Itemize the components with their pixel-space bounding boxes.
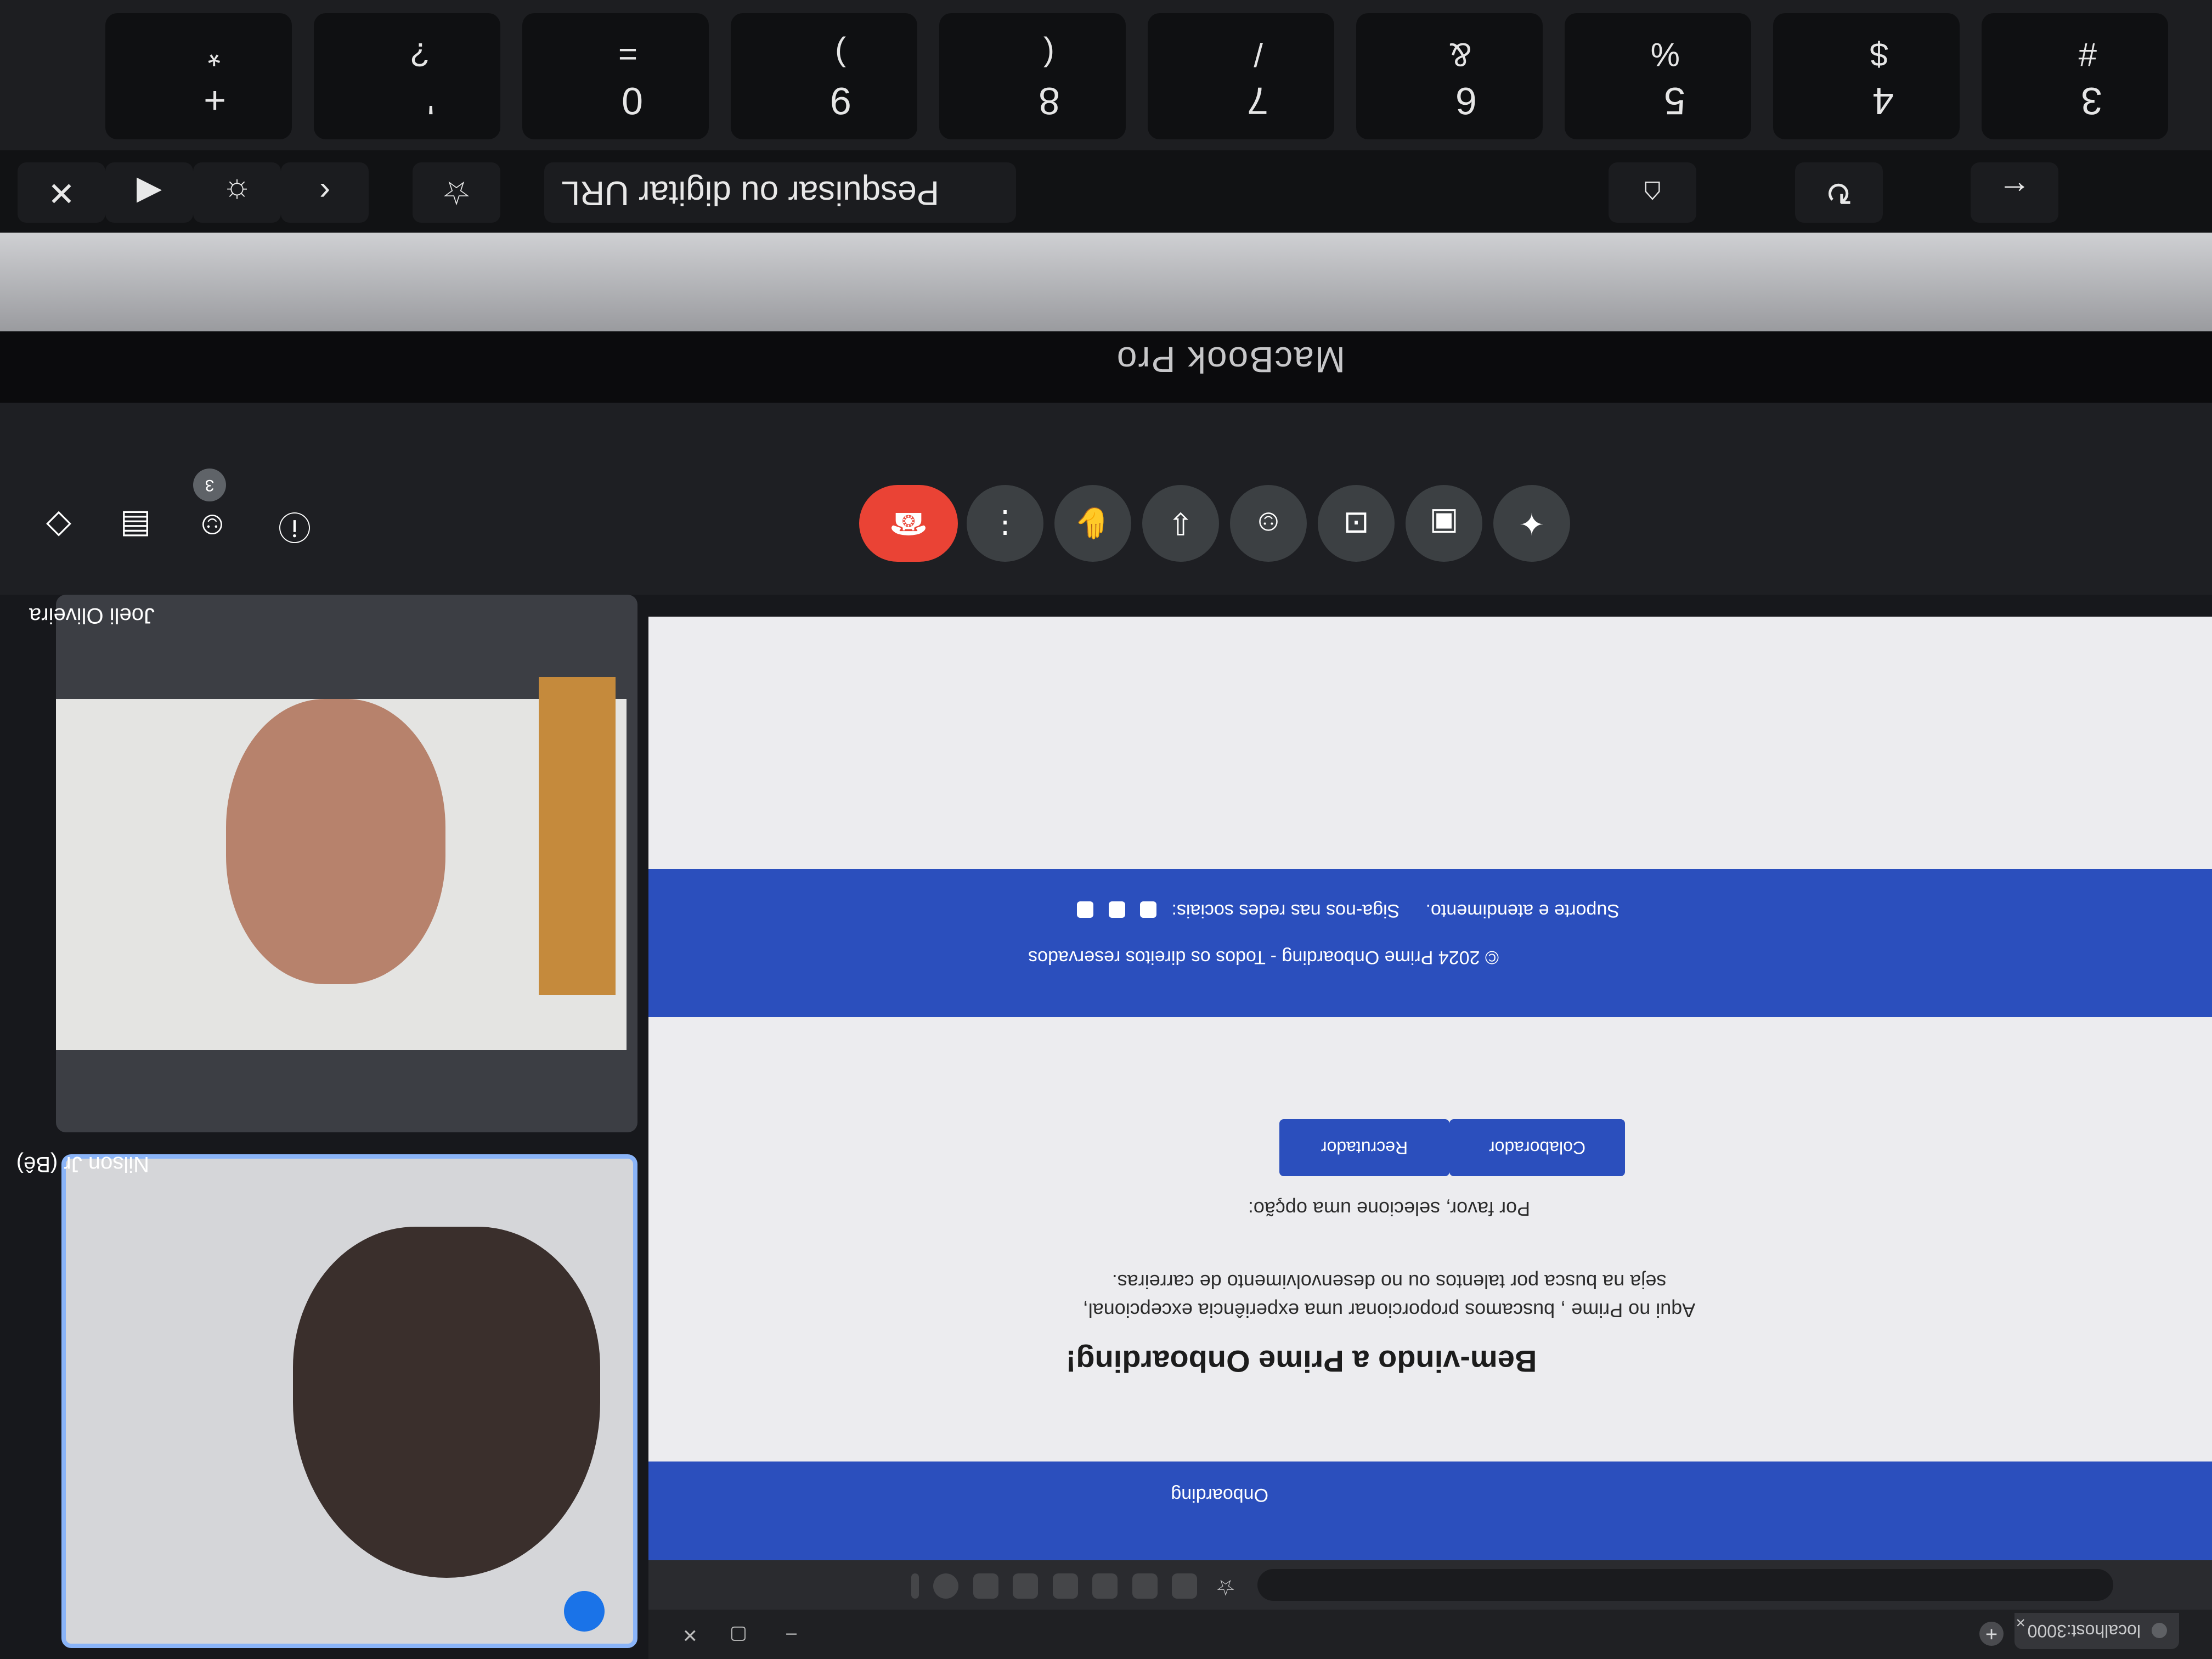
key[interactable]: '? (314, 13, 500, 139)
brightness-icon[interactable]: ☼ (193, 162, 281, 223)
collaborator-button[interactable]: Colaborador (1449, 1119, 1625, 1176)
speaking-indicator-icon (564, 1591, 605, 1632)
key[interactable]: 3 # (1982, 13, 2168, 139)
recruiter-button[interactable]: Recrutador (1279, 1119, 1449, 1176)
screen-share-button[interactable]: ▣ (1406, 485, 1482, 562)
facebook-icon[interactable] (1140, 901, 1157, 918)
device-label: MacBook Pro (1115, 340, 1345, 380)
back-arrow-icon[interactable]: ← (1971, 162, 2058, 223)
profile-avatar[interactable] (933, 1573, 959, 1599)
laptop-hinge (0, 233, 2212, 331)
present-button[interactable]: ⇩ (1142, 485, 1219, 562)
key[interactable]: 9) (731, 13, 917, 139)
key[interactable]: 6 & (1356, 13, 1543, 139)
participant-tile-nilson[interactable] (61, 1154, 637, 1648)
emoji-button[interactable]: ☺ (1230, 485, 1307, 562)
selection-prompt: Por favor, selecione uma opção: (1248, 1198, 1531, 1220)
linkedin-icon[interactable] (1077, 901, 1094, 918)
extension-icon[interactable] (1132, 1573, 1158, 1599)
hero-description-line: Aqui no Prime , buscamos proporcionar um… (1082, 1299, 1696, 1322)
new-tab-button[interactable]: + (1979, 1622, 2004, 1646)
key[interactable]: 7/ (1148, 13, 1334, 139)
participant-video (56, 677, 627, 1050)
screen-bezel (0, 331, 2212, 403)
captions-button[interactable]: ⊡ (1318, 485, 1395, 562)
bookmark-star-icon[interactable]: ☆ (1216, 1575, 1235, 1600)
participant-name: Joeli Oliveira (29, 603, 155, 628)
key[interactable]: 5% (1565, 13, 1751, 139)
sidebar-icon[interactable] (973, 1573, 998, 1599)
hero-title: Bem-vindo a Prime Onboarding! (1065, 1344, 1537, 1379)
extension-icon[interactable] (1172, 1573, 1197, 1599)
key[interactable]: + * (105, 13, 292, 139)
window-controls: – ▢ ✕ (648, 1610, 813, 1659)
browser-tab-strip: localhost:3000 × + – ▢ ✕ (648, 1610, 2212, 1659)
raise-hand-button[interactable]: ✋ (1054, 485, 1131, 562)
touchbar-search-text: Pesquisar ou digitar URL (561, 174, 939, 212)
footer-links: Suporte e atendimento. Siga-nos nas rede… (1077, 900, 1620, 921)
extension-icon[interactable] (1092, 1573, 1118, 1599)
activities-icon[interactable]: ◇ (34, 501, 83, 551)
people-icon[interactable]: ☺ (188, 501, 237, 551)
footer: Suporte e atendimento. Siga-nos nas rede… (648, 869, 2212, 1017)
close-window-icon[interactable]: ✕ (682, 1624, 698, 1646)
reload-icon[interactable]: ↻ (1795, 162, 1883, 223)
keyboard-number-row: 3 # 4 $ 5% 6 & 7/ 8( 9) 0 = '? + * (0, 0, 2212, 150)
social-label: Siga-nos nas redes sociais: (1171, 900, 1400, 921)
copyright: © 2024 Prime Onboarding - Todos os direi… (1028, 947, 1499, 968)
bookmark-icon[interactable]: ☆ (413, 162, 500, 223)
tab-favicon-icon (2152, 1623, 2167, 1638)
browser-toolbar: ☆ (648, 1560, 2212, 1610)
address-bar[interactable] (1257, 1569, 2113, 1601)
menu-kebab-icon[interactable] (911, 1573, 919, 1599)
web-page: Onboarding Bem-vindo a Prime Onboarding!… (648, 617, 2212, 1560)
info-icon[interactable]: ⓘ (270, 501, 319, 551)
participant-tile-joeli[interactable] (56, 595, 637, 1132)
instagram-icon[interactable] (1108, 901, 1125, 918)
photo-rotated-180: localhost:3000 × + – ▢ ✕ ☆ Onboarding Be… (0, 0, 2212, 1659)
laptop-screen: localhost:3000 × + – ▢ ✕ ☆ Onboarding Be… (0, 403, 2212, 1659)
mute-icon[interactable]: ✕ (18, 162, 105, 223)
people-count-badge: 3 (193, 469, 226, 501)
navbar: Onboarding (648, 1462, 2212, 1560)
extension-icon[interactable] (1052, 1573, 1078, 1599)
key[interactable]: 8( (939, 13, 1126, 139)
navbar-brand[interactable]: Onboarding (1171, 1484, 1268, 1505)
extension-icons (899, 1571, 1197, 1599)
participant-name: Nilson Jr (Bê) (16, 1152, 149, 1176)
more-options-button[interactable]: ⋮ (967, 485, 1043, 562)
touch-bar: ← ↻ ⌂ Pesquisar ou digitar URL ☆ ‹ ☼ ◀ ✕ (0, 150, 2212, 233)
key[interactable]: 0 = (522, 13, 709, 139)
chevron-icon[interactable]: ‹ (281, 162, 369, 223)
tab-title: localhost:3000 (2027, 1621, 2141, 1641)
participant-video (293, 1227, 600, 1578)
touchbar-search[interactable]: Pesquisar ou digitar URL (544, 162, 1016, 223)
end-call-button[interactable]: ☎ (859, 485, 958, 562)
maximize-icon[interactable]: ▢ (730, 1624, 747, 1646)
extension-icon[interactable] (1013, 1573, 1039, 1599)
volume-icon[interactable]: ◀ (105, 162, 193, 223)
effects-button[interactable]: ✦ (1493, 485, 1570, 562)
meet-controls-bar: ◇ ▤ ☺ 3 ⓘ ☎ ⋮ ✋ ⇩ ☺ ⊡ ▣ ✦ (0, 403, 2212, 595)
hero-description-line: seja na busca por talentos ou no desenvo… (1111, 1271, 1667, 1293)
home-icon[interactable]: ⌂ (1609, 162, 1696, 223)
key[interactable]: 4 $ (1773, 13, 1960, 139)
participant-face (226, 699, 445, 984)
support-link[interactable]: Suporte e atendimento. (1426, 900, 1620, 921)
chat-icon[interactable]: ▤ (111, 501, 160, 551)
browser-tab[interactable]: localhost:3000 × (2015, 1613, 2179, 1649)
background-door (539, 677, 616, 995)
hero-description: Aqui no Prime , buscamos proporcionar um… (1060, 1267, 1718, 1324)
minimize-icon[interactable]: – (786, 1624, 797, 1646)
